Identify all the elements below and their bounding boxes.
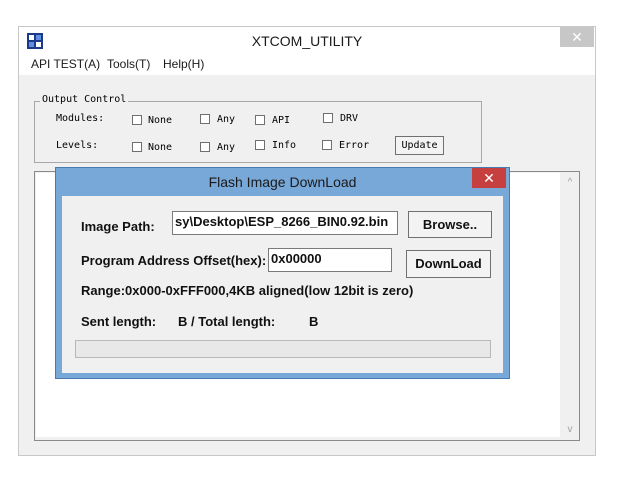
module-drv-label: DRV: [340, 113, 359, 124]
image-path-input[interactable]: sy\Desktop\ESP_8266_BIN0.92.bin: [172, 211, 398, 235]
level-info-label: Info: [272, 140, 297, 151]
modules-label: Modules:: [56, 113, 105, 124]
log-scrollbar[interactable]: ^ v: [561, 173, 579, 437]
offset-label: Program Address Offset(hex):: [81, 253, 267, 268]
level-none-checkbox[interactable]: [132, 142, 142, 152]
menu-tools[interactable]: Tools(T): [107, 57, 150, 71]
close-icon: ✕: [483, 170, 495, 186]
level-error-checkbox[interactable]: [322, 140, 332, 150]
level-info-checkbox[interactable]: [255, 140, 265, 150]
scroll-down-icon[interactable]: v: [561, 423, 579, 437]
level-error-label: Error: [339, 140, 370, 151]
range-text: Range:0x000-0xFFF000,4KB aligned(low 12b…: [81, 283, 414, 298]
dialog-body: Image Path: sy\Desktop\ESP_8266_BIN0.92.…: [62, 196, 503, 373]
offset-input[interactable]: 0x00000: [268, 248, 392, 272]
module-drv-checkbox[interactable]: [323, 113, 333, 123]
close-button[interactable]: ✕: [560, 27, 594, 47]
total-unit: B: [309, 314, 319, 329]
output-control-legend: Output Control: [40, 94, 129, 105]
menu-help[interactable]: Help(H): [163, 57, 204, 71]
update-button[interactable]: Update: [395, 136, 444, 155]
image-path-label: Image Path:: [81, 219, 155, 234]
download-button[interactable]: DownLoad: [406, 250, 491, 278]
download-progress-bar: [75, 340, 491, 358]
close-icon: ✕: [571, 29, 583, 45]
scroll-up-icon[interactable]: ^: [561, 176, 579, 190]
module-none-label: None: [148, 115, 173, 126]
menu-api-test[interactable]: API TEST(A): [31, 57, 100, 71]
app-icon: [27, 33, 43, 49]
module-any-label: Any: [217, 114, 236, 125]
module-none-checkbox[interactable]: [132, 115, 142, 125]
module-api-label: API: [272, 115, 291, 126]
level-none-label: None: [148, 142, 173, 153]
levels-label: Levels:: [56, 140, 99, 151]
dialog-title: Flash Image DownLoad: [208, 174, 357, 190]
flash-dialog: Flash Image DownLoad ✕ Image Path: sy\De…: [55, 167, 510, 379]
level-any-label: Any: [217, 142, 236, 153]
window-title: XTCOM_UTILITY: [251, 33, 363, 49]
sent-length-label: Sent length:: [81, 314, 157, 329]
module-any-checkbox[interactable]: [200, 114, 210, 124]
module-api-checkbox[interactable]: [255, 115, 265, 125]
level-any-checkbox[interactable]: [200, 142, 210, 152]
dialog-close-button[interactable]: ✕: [472, 168, 506, 188]
browse-button[interactable]: Browse..: [408, 211, 492, 238]
title-bar: XTCOM_UTILITY ✕: [19, 27, 595, 55]
menu-bar: API TEST(A) Tools(T) Help(H): [19, 55, 595, 75]
total-length-label: B / Total length:: [178, 314, 276, 329]
